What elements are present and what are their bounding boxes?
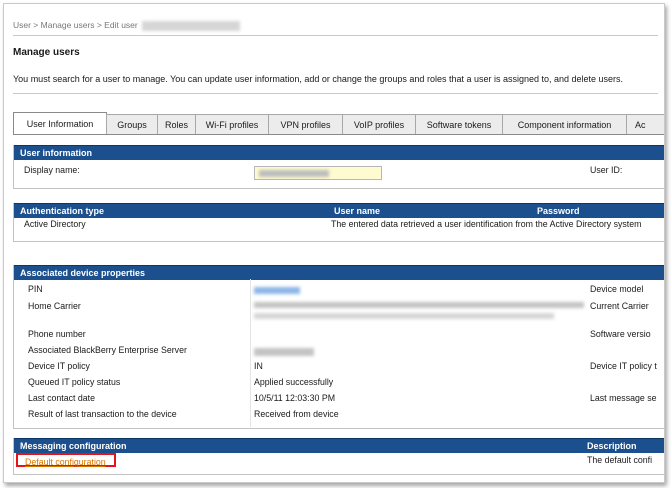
device-it-policy-value: IN xyxy=(254,361,263,371)
last-contact-value: 10/5/11 12:03:30 PM xyxy=(254,393,336,403)
description-header: Description xyxy=(587,441,637,451)
auth-username-header: User name xyxy=(334,206,381,216)
intro-text: You must search for a user to manage. Yo… xyxy=(13,74,624,84)
tab-component-information[interactable]: Component information xyxy=(502,114,627,134)
auth-panel-header: Authentication type User name Password xyxy=(14,203,664,218)
messaging-header-label: Messaging configuration xyxy=(20,441,127,451)
device-it-policy-right-label: Device IT policy t xyxy=(590,361,657,371)
page-title: Manage users xyxy=(13,47,80,58)
redacted-home-carrier xyxy=(254,302,584,308)
last-contact-label: Last contact date xyxy=(28,393,95,403)
pin-label: PIN xyxy=(28,284,43,294)
home-carrier-label: Home Carrier xyxy=(28,301,81,311)
auth-password-header: Password xyxy=(537,206,580,216)
divider xyxy=(13,93,658,94)
tab-wifi-profiles[interactable]: Wi-Fi profiles xyxy=(195,114,269,134)
messaging-panel-header: Messaging configuration Description xyxy=(14,438,664,453)
device-it-policy-label: Device IT policy xyxy=(28,361,90,371)
tab-user-information[interactable]: User Information xyxy=(13,112,107,134)
tab-bar: User Information Groups Roles Wi-Fi prof… xyxy=(13,112,664,135)
divider xyxy=(13,35,658,36)
tab-voip-profiles[interactable]: VoIP profiles xyxy=(342,114,416,134)
authentication-panel: Authentication type User name Password A… xyxy=(13,203,664,242)
tab-software-tokens[interactable]: Software tokens xyxy=(415,114,503,134)
breadcrumb: User > Manage users > Edit user xyxy=(13,20,241,31)
tab-roles[interactable]: Roles xyxy=(157,114,196,134)
column-divider xyxy=(250,279,251,427)
default-configuration-link[interactable]: Default configuration xyxy=(16,453,116,467)
display-name-input[interactable] xyxy=(254,166,382,180)
user-id-label: User ID: xyxy=(590,165,623,175)
last-result-value: Received from device xyxy=(254,409,339,419)
device-model-label: Device model xyxy=(590,284,644,294)
device-panel-header: Associated device properties xyxy=(14,265,664,280)
messaging-panel: Messaging configuration Description Defa… xyxy=(13,438,664,475)
bes-label: Associated BlackBerry Enterprise Server xyxy=(28,345,187,355)
tab-vpn-profiles[interactable]: VPN profiles xyxy=(268,114,343,134)
breadcrumb-text: User > Manage users > Edit user xyxy=(13,20,138,30)
panel-header: User information xyxy=(14,145,664,160)
auth-type-value: Active Directory xyxy=(24,219,86,229)
tab-groups[interactable]: Groups xyxy=(106,114,158,134)
redacted-username xyxy=(142,20,241,31)
redacted-home-carrier xyxy=(254,313,554,319)
default-configuration-description: The default confi xyxy=(587,455,653,465)
software-version-label: Software versio xyxy=(590,329,651,339)
phone-number-label: Phone number xyxy=(28,329,86,339)
redacted-pin xyxy=(254,287,300,294)
last-message-label: Last message se xyxy=(590,393,657,403)
current-carrier-label: Current Carrier xyxy=(590,301,649,311)
auth-type-header: Authentication type xyxy=(20,206,105,216)
queued-policy-value: Applied successfully xyxy=(254,377,334,387)
user-information-panel: User information Display name: User ID: xyxy=(13,145,664,189)
last-result-label: Result of last transaction to the device xyxy=(28,409,177,419)
tab-overflow[interactable]: Ac xyxy=(626,114,664,134)
screenshot-frame: User > Manage users > Edit user Manage u… xyxy=(3,3,665,483)
redacted-bes xyxy=(254,348,314,356)
display-name-label: Display name: xyxy=(24,165,80,175)
redacted-display-name xyxy=(259,170,329,177)
queued-policy-label: Queued IT policy status xyxy=(28,377,121,387)
auth-message: The entered data retrieved a user identi… xyxy=(331,219,642,229)
device-properties-panel: Associated device properties PIN Home Ca… xyxy=(13,265,664,429)
